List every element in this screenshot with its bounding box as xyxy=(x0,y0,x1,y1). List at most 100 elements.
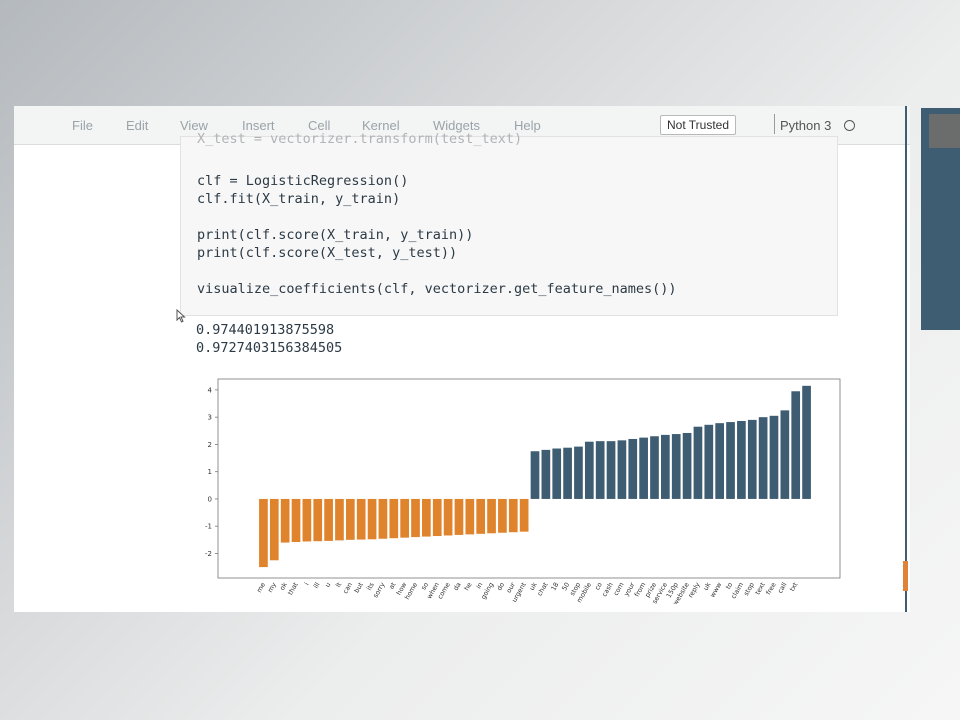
x-tick-label: i xyxy=(303,581,311,587)
negative-coefficient-bar xyxy=(508,498,518,533)
positive-coefficient-bar xyxy=(541,449,551,499)
output-test-score: 0.9727403156384505 xyxy=(196,340,343,356)
y-tick-label: 1 xyxy=(208,468,212,476)
negative-coefficient-bar xyxy=(422,498,431,537)
x-tick-label: lt xyxy=(334,581,343,589)
positive-coefficient-bar xyxy=(530,451,540,499)
notebook-panel: File Edit View Insert Cell Kernel Widget… xyxy=(14,106,910,612)
negative-coefficient-bar xyxy=(291,498,301,543)
x-tick-label: u xyxy=(323,581,332,589)
negative-coefficient-bar xyxy=(345,498,355,540)
x-tick-label: www xyxy=(708,580,723,598)
positive-coefficient-bar xyxy=(617,440,627,499)
x-tick-label: stop xyxy=(742,581,756,597)
negative-coefficient-bar xyxy=(356,498,366,540)
x-tick-label: reply xyxy=(687,581,702,599)
negative-coefficient-bar xyxy=(378,498,388,539)
positive-coefficient-bar xyxy=(737,420,746,499)
positive-coefficient-bar xyxy=(747,419,757,499)
negative-coefficient-bar xyxy=(313,498,323,542)
x-tick-label: da xyxy=(452,581,463,592)
positive-coefficient-bar xyxy=(552,448,562,499)
positive-coefficient-bar xyxy=(715,423,725,499)
positive-coefficient-bar xyxy=(704,424,714,499)
code-line: clf.fit(X_train, y_train) xyxy=(197,191,401,207)
negative-coefficient-bar xyxy=(324,498,333,541)
negative-coefficient-bar xyxy=(411,498,420,538)
scrollbar-thumb[interactable] xyxy=(903,561,908,591)
side-panel-accent xyxy=(929,114,960,148)
x-tick-label: he xyxy=(463,581,474,592)
negative-coefficient-bar xyxy=(443,498,453,536)
y-tick-label: -2 xyxy=(205,550,212,558)
trust-status-badge[interactable]: Not Trusted xyxy=(660,115,737,135)
coefficient-bar-chart: -2-101234 memy okthat i ill u ltcanbut itssorr… xyxy=(205,378,841,604)
code-line: visualize_coefficients(clf, vectorizer.g… xyxy=(197,281,677,297)
positive-coefficient-bar xyxy=(606,441,616,499)
code-line: print(clf.score(X_test, y_test)) xyxy=(197,245,458,261)
negative-coefficient-bar xyxy=(498,498,507,533)
x-tick-label: cash xyxy=(600,581,614,598)
positive-coefficient-bar xyxy=(595,441,605,499)
positive-coefficient-bar xyxy=(693,426,703,499)
positive-coefficient-bar xyxy=(758,417,768,499)
negative-coefficient-bar xyxy=(269,498,279,561)
y-tick-label: 2 xyxy=(208,441,212,449)
positive-coefficient-bar xyxy=(639,437,648,499)
negative-coefficient-bar xyxy=(367,498,377,540)
negative-coefficient-bar xyxy=(476,498,486,534)
scrollbar-track[interactable] xyxy=(905,106,907,612)
kernel-separator xyxy=(774,114,775,134)
negative-coefficient-bar xyxy=(400,498,409,538)
y-tick-label: 3 xyxy=(208,414,212,422)
positive-coefficient-bar xyxy=(726,422,735,499)
negative-coefficient-bar xyxy=(432,498,442,537)
negative-coefficient-bar xyxy=(465,498,475,535)
x-tick-label: txt xyxy=(788,581,800,593)
x-tick-label: my xyxy=(266,581,278,594)
x-tick-label: call xyxy=(776,581,789,595)
positive-coefficient-bar xyxy=(780,410,790,499)
positive-coefficient-bar xyxy=(791,391,801,499)
positive-coefficient-bar xyxy=(563,447,572,499)
x-tick-label: text xyxy=(753,581,767,597)
code-line: clf = LogisticRegression() xyxy=(197,173,409,189)
x-tick-label: sorry xyxy=(371,581,386,599)
mouse-pointer-icon xyxy=(176,309,186,323)
x-tick-label: free xyxy=(764,581,777,596)
y-tick-label: 4 xyxy=(208,386,213,394)
positive-coefficient-bar xyxy=(574,446,583,499)
x-tick-label: can xyxy=(341,581,354,595)
negative-coefficient-bar xyxy=(280,498,290,543)
negative-coefficient-bar xyxy=(519,498,529,532)
negative-coefficient-bar xyxy=(454,498,464,535)
y-tick-label: -1 xyxy=(205,523,212,531)
output-train-score: 0.974401913875598 xyxy=(196,322,335,338)
x-tick-label: ill xyxy=(312,581,322,590)
x-tick-label: 18 xyxy=(549,581,560,592)
menu-edit[interactable]: Edit xyxy=(126,118,148,133)
positive-coefficient-bar xyxy=(802,385,811,499)
positive-coefficient-bar xyxy=(584,441,594,499)
x-tick-label: that xyxy=(286,581,300,597)
negative-coefficient-bar xyxy=(389,498,399,539)
menu-file[interactable]: File xyxy=(72,118,93,133)
x-tick-label: chat xyxy=(536,581,550,598)
positive-coefficient-bar xyxy=(671,434,681,499)
code-line: print(clf.score(X_train, y_train)) xyxy=(197,227,474,243)
code-cell[interactable]: X_test = vectorizer.transform(test_text)… xyxy=(180,131,838,316)
kernel-idle-circle-icon xyxy=(844,120,855,131)
chart-frame xyxy=(217,378,841,579)
positive-coefficient-bar xyxy=(682,432,692,499)
positive-coefficient-bar xyxy=(628,438,638,499)
negative-coefficient-bar xyxy=(302,498,312,542)
negative-coefficient-bar xyxy=(487,498,496,534)
code-line-partial: X_test = vectorizer.transform(test_text) xyxy=(197,131,523,147)
kernel-name[interactable]: Python 3 xyxy=(780,118,831,133)
y-tick-label: 0 xyxy=(208,495,212,503)
negative-coefficient-bar xyxy=(335,498,344,541)
x-tick-label: but xyxy=(353,581,366,595)
x-tick-label: me xyxy=(255,581,267,594)
positive-coefficient-bar xyxy=(661,434,670,499)
negative-coefficient-bar xyxy=(259,498,268,568)
